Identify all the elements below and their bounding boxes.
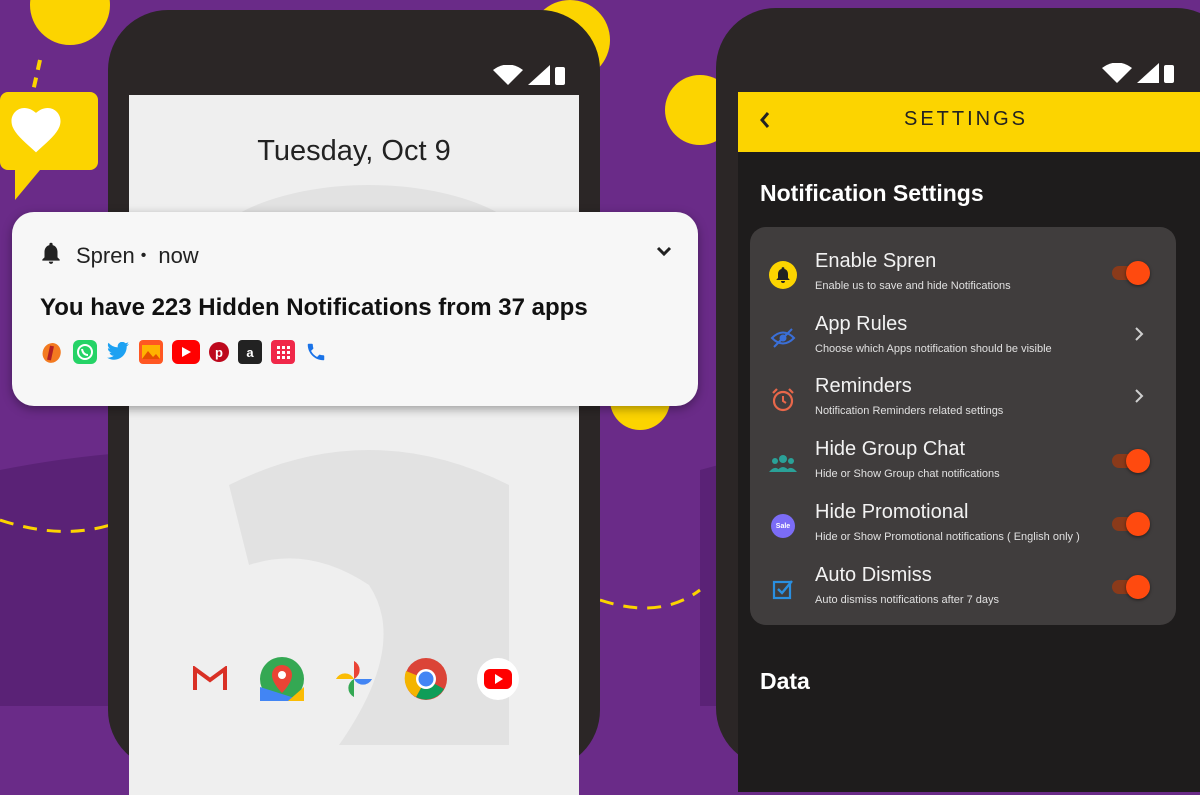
chevron-down-icon[interactable] bbox=[656, 244, 672, 262]
wifi-icon bbox=[493, 64, 523, 90]
hide-group-chat-toggle[interactable] bbox=[1112, 449, 1150, 473]
phone-icon bbox=[304, 340, 328, 364]
settings-card: Enable Spren Enable us to save and hide … bbox=[750, 227, 1176, 625]
page-title: SETTINGS bbox=[903, 108, 1028, 130]
eye-off-icon bbox=[768, 323, 798, 353]
setting-auto-dismiss[interactable]: Auto Dismiss Auto dismiss notifications … bbox=[750, 559, 1176, 621]
twitter-icon bbox=[106, 340, 130, 364]
icici-icon bbox=[40, 340, 64, 364]
signal-icon bbox=[1137, 63, 1159, 88]
setting-title: Enable Spren bbox=[815, 250, 937, 272]
gmail-icon[interactable] bbox=[186, 655, 234, 703]
setting-subtitle: Auto dismiss notifications after 7 days bbox=[815, 594, 1000, 606]
calculator-icon bbox=[271, 340, 295, 364]
setting-app-rules[interactable]: App Rules Choose which Apps notification… bbox=[750, 308, 1176, 370]
chrome-icon[interactable] bbox=[402, 655, 450, 703]
status-bar bbox=[493, 64, 565, 90]
setting-subtitle: Enable us to save and hide Notifications bbox=[815, 280, 1011, 292]
pinterest-icon: p bbox=[209, 342, 229, 362]
setting-subtitle: Hide or Show Group chat notifications bbox=[815, 468, 1000, 480]
status-bar bbox=[1102, 62, 1174, 88]
hide-promotional-toggle[interactable] bbox=[1112, 512, 1150, 536]
youtube-icon bbox=[172, 340, 200, 364]
signal-icon bbox=[528, 65, 550, 90]
setting-title: Hide Group Chat bbox=[815, 438, 966, 460]
notification-title: You have 223 Hidden Notifications from 3… bbox=[40, 294, 588, 321]
alarm-clock-icon bbox=[768, 385, 798, 415]
heart-icon bbox=[8, 103, 64, 160]
google-photos-icon[interactable] bbox=[330, 655, 378, 703]
setting-enable-spren[interactable]: Enable Spren Enable us to save and hide … bbox=[750, 245, 1176, 307]
settings-screen: SETTINGS Notification Settings Enable Sp… bbox=[738, 92, 1200, 792]
sale-badge-text: Sale bbox=[771, 514, 795, 538]
amazon-icon: a bbox=[238, 340, 262, 364]
battery-icon bbox=[1164, 63, 1174, 88]
google-maps-icon[interactable] bbox=[258, 655, 306, 703]
bell-icon bbox=[38, 240, 64, 272]
settings-phone: SETTINGS Notification Settings Enable Sp… bbox=[716, 8, 1200, 792]
setting-title: Reminders bbox=[815, 375, 912, 397]
spren-notification[interactable]: Spren • now You have 223 Hidden Notifica… bbox=[12, 212, 698, 406]
wifi-icon bbox=[1102, 62, 1132, 88]
setting-hide-group-chat[interactable]: Hide Group Chat Hide or Show Group chat … bbox=[750, 433, 1176, 495]
setting-subtitle: Hide or Show Promotional notifications (… bbox=[815, 531, 1080, 543]
group-icon bbox=[768, 448, 798, 478]
notification-separator: • bbox=[140, 247, 147, 264]
enable-spren-toggle[interactable] bbox=[1112, 261, 1150, 285]
setting-reminders[interactable]: Reminders Notification Reminders related… bbox=[750, 370, 1176, 432]
setting-title: Auto Dismiss bbox=[815, 564, 932, 586]
gallery-icon bbox=[139, 340, 163, 364]
battery-icon bbox=[555, 65, 565, 90]
lock-screen-date: Tuesday, Oct 9 bbox=[257, 135, 451, 167]
notification-header: Spren • now bbox=[38, 240, 199, 272]
whatsapp-icon bbox=[73, 340, 97, 364]
setting-subtitle: Choose which Apps notification should be… bbox=[815, 343, 1052, 355]
lock-screen: Tuesday, Oct 9 bbox=[129, 95, 579, 795]
app-bar: SETTINGS bbox=[738, 92, 1200, 152]
setting-subtitle: Notification Reminders related settings bbox=[815, 405, 1004, 417]
notification-app-icons: p a bbox=[40, 340, 328, 364]
chevron-right-icon bbox=[1134, 388, 1144, 409]
auto-dismiss-toggle[interactable] bbox=[1112, 575, 1150, 599]
setting-hide-promotional[interactable]: Sale Hide Promotional Hide or Show Promo… bbox=[750, 496, 1176, 558]
checkbox-icon bbox=[768, 574, 798, 604]
setting-title: Hide Promotional bbox=[815, 501, 969, 523]
youtube-icon[interactable] bbox=[474, 655, 522, 703]
notification-time: now bbox=[158, 243, 199, 268]
section-title-data: Data bbox=[760, 668, 810, 694]
sale-badge-icon: Sale bbox=[768, 511, 798, 541]
bell-icon bbox=[768, 260, 798, 290]
section-title: Notification Settings bbox=[760, 180, 984, 206]
notification-app-name: Spren bbox=[76, 243, 135, 268]
app-dock bbox=[129, 655, 579, 703]
chevron-right-icon bbox=[1134, 326, 1144, 347]
setting-title: App Rules bbox=[815, 313, 908, 335]
